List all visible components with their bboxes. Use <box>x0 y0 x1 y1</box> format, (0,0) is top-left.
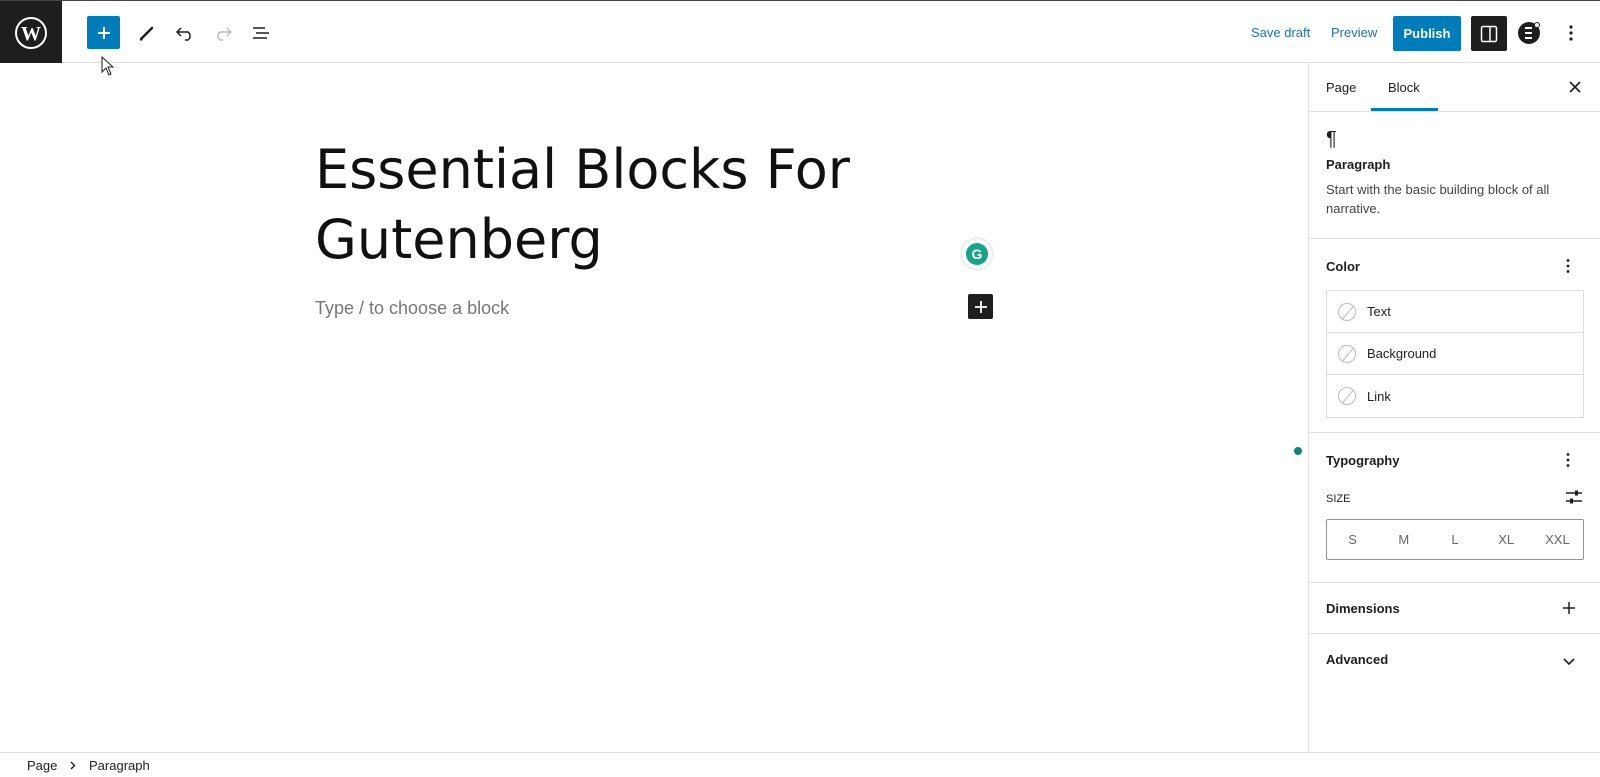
options-button[interactable] <box>1554 16 1587 49</box>
settings-toggle-button[interactable] <box>1471 16 1507 51</box>
chevron-down-icon <box>1563 658 1575 666</box>
block-name: Paragraph <box>1326 157 1391 172</box>
color-text-item[interactable]: Text <box>1327 291 1583 333</box>
advanced-panel-title: Advanced <box>1326 652 1389 667</box>
save-draft-button[interactable]: Save draft <box>1251 25 1310 40</box>
paragraph-icon: ¶ <box>1326 128 1337 150</box>
color-options-button[interactable] <box>1565 258 1571 279</box>
close-icon <box>1569 81 1581 93</box>
document-overview-button[interactable] <box>244 16 277 49</box>
tab-block[interactable]: Block <box>1388 80 1420 95</box>
settings-sidebar: Page Block ¶ Paragraph Start with the ba… <box>1308 63 1600 752</box>
empty-swatch-icon <box>1338 344 1356 363</box>
plus-icon <box>974 300 987 313</box>
breadcrumb: Page Paragraph <box>0 752 1600 777</box>
plus-icon <box>1563 602 1575 614</box>
undo-button[interactable] <box>168 16 201 49</box>
custom-size-toggle[interactable] <box>1565 489 1583 510</box>
typography-panel-title: Typography <box>1326 453 1400 468</box>
active-tab-indicator <box>1371 108 1438 111</box>
empty-swatch-icon <box>1338 302 1356 321</box>
empty-swatch-icon <box>1338 387 1356 405</box>
typography-options-button[interactable] <box>1565 452 1571 473</box>
size-option-xxl[interactable]: XXL <box>1532 520 1583 559</box>
size-option-m[interactable]: M <box>1378 520 1429 559</box>
color-panel: Color Text Background Link <box>1309 239 1600 433</box>
color-item-label: Link <box>1367 388 1391 404</box>
more-vertical-icon <box>1566 453 1570 467</box>
color-item-label: Text <box>1367 304 1391 319</box>
wordpress-logo-button[interactable]: W <box>0 1 62 64</box>
essential-blocks-icon <box>1517 21 1540 44</box>
add-block-button[interactable] <box>968 294 993 319</box>
empty-block-placeholder[interactable]: Type / to choose a block <box>315 298 509 319</box>
typography-panel: Typography SIZE S M L XL XXL <box>1309 433 1600 583</box>
color-background-item[interactable]: Background <box>1327 333 1583 375</box>
grammarly-button[interactable]: G <box>962 239 992 269</box>
breadcrumb-page[interactable]: Page <box>27 758 57 773</box>
font-size-picker: S M L XL XXL <box>1326 519 1584 560</box>
essential-blocks-button[interactable] <box>1512 16 1545 49</box>
publish-button[interactable]: Publish <box>1393 16 1461 51</box>
block-description: Start with the basic building block of a… <box>1326 182 1550 216</box>
undo-icon <box>175 26 191 41</box>
mouse-cursor-icon <box>101 56 115 76</box>
dimensions-panel-title: Dimensions <box>1326 601 1400 616</box>
editor-header: W Save draft Preview Publish <box>0 0 1600 64</box>
color-link-item[interactable]: Link <box>1327 375 1583 417</box>
chevron-right-icon <box>70 761 76 770</box>
preview-button[interactable]: Preview <box>1331 25 1377 40</box>
sidebar-tabs: Page Block <box>1309 63 1600 112</box>
color-item-label: Background <box>1367 346 1437 361</box>
grammarly-icon: G <box>966 243 988 265</box>
breadcrumb-paragraph: Paragraph <box>89 758 150 773</box>
svg-text:W: W <box>21 23 41 45</box>
settings-sliders-icon <box>1566 490 1582 504</box>
dimensions-panel[interactable]: Dimensions <box>1309 583 1600 634</box>
color-settings-list: Text Background Link <box>1326 290 1584 418</box>
wordpress-icon: W <box>15 16 47 49</box>
advanced-expand-button[interactable] <box>1562 654 1576 672</box>
redo-button[interactable] <box>206 16 239 49</box>
size-option-s[interactable]: S <box>1327 520 1378 559</box>
tab-page[interactable]: Page <box>1326 80 1356 95</box>
size-option-xl[interactable]: XL <box>1481 520 1532 559</box>
more-vertical-icon <box>1568 24 1573 41</box>
dimensions-add-button[interactable] <box>1562 601 1576 620</box>
editor-canvas: Essential Blocks For Gutenberg G Type / … <box>0 63 1308 752</box>
redo-icon <box>216 26 232 41</box>
color-panel-title: Color <box>1326 259 1360 274</box>
more-vertical-icon <box>1566 259 1570 273</box>
plus-icon <box>97 26 110 39</box>
font-size-label: SIZE <box>1326 493 1351 505</box>
close-sidebar-button[interactable] <box>1565 77 1585 97</box>
block-card: ¶ Paragraph Start with the basic buildin… <box>1309 112 1600 239</box>
post-title[interactable]: Essential Blocks For Gutenberg <box>315 135 955 275</box>
resize-handle-dot[interactable] <box>1294 447 1302 455</box>
tools-button[interactable] <box>130 16 163 49</box>
pencil-icon <box>139 26 153 41</box>
size-option-l[interactable]: L <box>1429 520 1480 559</box>
advanced-panel[interactable]: Advanced <box>1309 634 1600 685</box>
block-inserter-button[interactable] <box>87 16 120 49</box>
sidebar-icon <box>1480 25 1498 42</box>
list-view-icon <box>252 26 269 39</box>
